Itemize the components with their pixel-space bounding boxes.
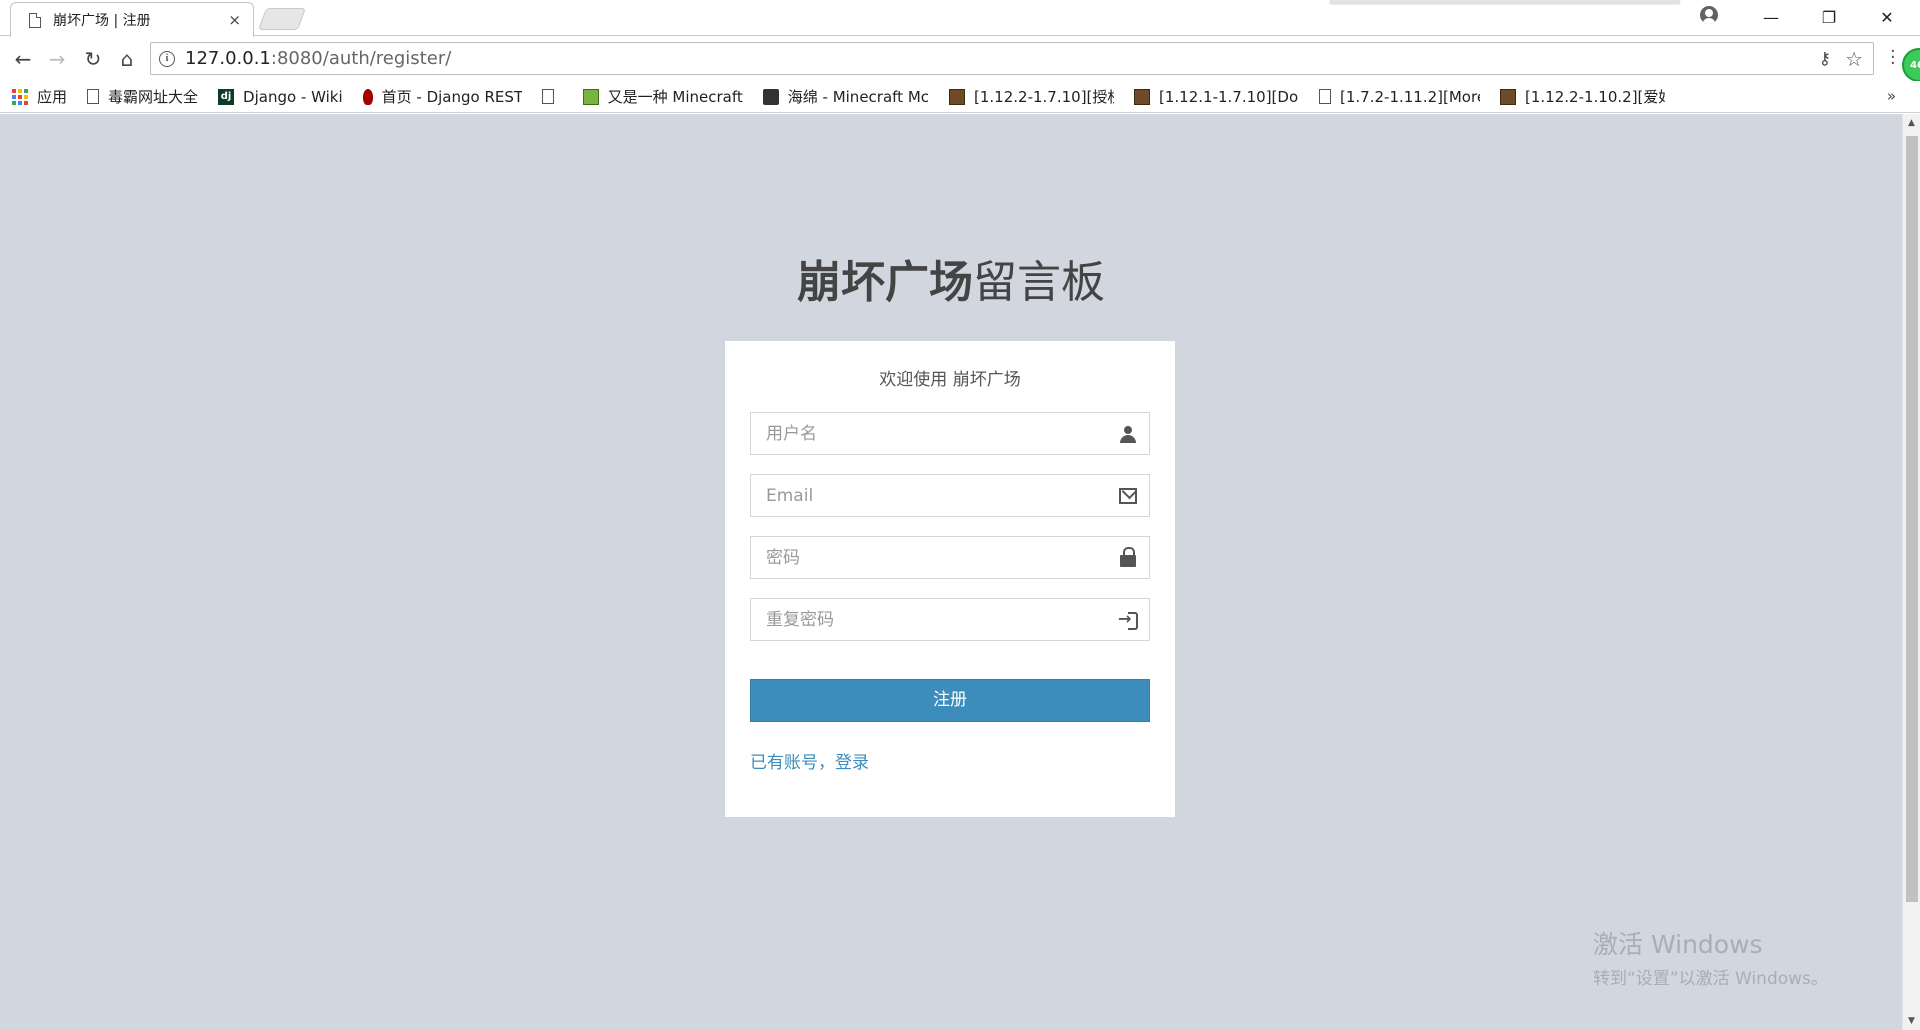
page-icon bbox=[29, 12, 41, 28]
bookmark-label: Django - Wiki bbox=[243, 87, 343, 106]
lock-icon bbox=[1119, 547, 1137, 567]
info-icon[interactable]: i bbox=[159, 50, 175, 67]
bookmark-drf[interactable]: 首页 - Django REST bbox=[362, 86, 522, 107]
bookmark-duba[interactable]: 毒霸网址大全 bbox=[87, 86, 198, 107]
page-icon bbox=[1319, 89, 1332, 104]
bookmark-mod-2[interactable]: [1.12.1-1.7.10][Dog bbox=[1134, 88, 1299, 106]
star-icon[interactable]: ☆ bbox=[1845, 47, 1863, 71]
bookmark-label: 毒霸网址大全 bbox=[108, 88, 199, 106]
email-input[interactable] bbox=[751, 475, 1149, 516]
password-confirm-input[interactable] bbox=[751, 599, 1149, 640]
home-icon: ⌂ bbox=[120, 47, 134, 71]
bookmark-label: 又是一种 Minecraft bbox=[607, 88, 743, 106]
register-box-msg: 欢迎使用 崩坏广场 bbox=[879, 370, 1021, 390]
minecraft-block-icon bbox=[949, 88, 966, 105]
tab-register[interactable]: 崩坏广场 | 注册 × bbox=[10, 2, 254, 37]
bookmark-label: [1.12.2-1.10.2][爱好 bbox=[1525, 88, 1666, 106]
watermark-subtitle: 转到“设置”以激活 Windows。 bbox=[1593, 969, 1828, 989]
bookmarks-bar: 应用 毒霸网址大全 dj Django - Wiki 首页 - Django R… bbox=[0, 81, 1920, 113]
bookmark-minecraft-1[interactable]: 又是一种 Minecraft bbox=[582, 86, 743, 107]
home-button[interactable]: ⌂ bbox=[112, 44, 142, 74]
tab-strip: 崩坏广场 | 注册 × — ❐ ✕ bbox=[0, 0, 1920, 37]
logo-light-text: 留言板 bbox=[973, 257, 1105, 308]
minimize-button[interactable]: — bbox=[1744, 0, 1798, 34]
register-box: 欢迎使用 崩坏广场 注册 已有账号，登录 bbox=[725, 341, 1175, 817]
logo-bold-text: 崩坏广场 bbox=[797, 257, 973, 308]
scroll-down-icon[interactable]: ▼ bbox=[1908, 1016, 1915, 1026]
site-icon bbox=[762, 88, 779, 105]
page-logo[interactable]: 崩坏广场留言板 bbox=[0, 246, 1902, 310]
register-button[interactable]: 注册 bbox=[750, 679, 1150, 722]
arrow-left-icon: ← bbox=[14, 47, 32, 71]
password-field-group bbox=[750, 536, 1150, 579]
user-icon bbox=[1119, 426, 1137, 443]
bookmark-label: [1.7.2-1.11.2][More bbox=[1340, 87, 1481, 106]
login-link[interactable]: 已有账号，登录 bbox=[750, 748, 869, 773]
reload-button[interactable]: ↻ bbox=[78, 44, 108, 74]
username-input[interactable] bbox=[751, 413, 1149, 454]
forward-button[interactable]: → bbox=[42, 44, 72, 74]
bookmark-untitled[interactable] bbox=[541, 89, 563, 104]
download-shelf-edge bbox=[1330, 0, 1680, 3]
log-in-icon bbox=[1118, 609, 1138, 630]
bookmark-label: [1.12.1-1.7.10][Dog bbox=[1159, 87, 1300, 106]
close-window-button[interactable]: ✕ bbox=[1860, 0, 1914, 34]
watermark-title: 激活 Windows bbox=[1593, 930, 1763, 959]
envelope-icon bbox=[1119, 488, 1137, 504]
bookmark-label: 应用 bbox=[37, 88, 68, 106]
key-icon[interactable]: ⚷ bbox=[1819, 49, 1831, 69]
minecraft-block-icon bbox=[1500, 88, 1517, 105]
bookmark-haimian[interactable]: 海绵 - Minecraft Mc bbox=[762, 86, 930, 107]
arrow-right-icon: → bbox=[48, 47, 66, 71]
profile-icon[interactable] bbox=[1700, 6, 1718, 24]
django-icon: dj bbox=[218, 88, 235, 105]
password-confirm-field-group bbox=[750, 598, 1150, 641]
page-icon bbox=[87, 89, 100, 104]
bookmarks-overflow-icon[interactable]: » bbox=[1887, 87, 1896, 105]
scroll-up-icon[interactable]: ▲ bbox=[1908, 118, 1915, 128]
minecraft-block-icon bbox=[1134, 88, 1151, 105]
bookmark-label: 海绵 - Minecraft Mc bbox=[787, 88, 930, 106]
page-icon bbox=[541, 89, 554, 104]
bookmark-label: [1.12.2-1.7.10][授权 bbox=[974, 88, 1115, 106]
bookmark-django-wiki[interactable]: dj Django - Wiki bbox=[218, 88, 343, 106]
browser-toolbar: ← → ↻ ⌂ i 127.0.0.1:8080/auth/register/ … bbox=[0, 37, 1920, 81]
bookmark-mod-1[interactable]: [1.12.2-1.7.10][授权 bbox=[949, 86, 1114, 107]
grass-block-icon bbox=[582, 88, 599, 105]
url-host: 127.0.0.1 bbox=[185, 48, 271, 69]
back-button[interactable]: ← bbox=[8, 44, 38, 74]
reload-icon: ↻ bbox=[84, 47, 102, 71]
email-field-group bbox=[750, 474, 1150, 517]
menu-dots-icon[interactable]: · · · bbox=[1890, 43, 1896, 73]
scrollbar-thumb[interactable] bbox=[1906, 136, 1918, 902]
address-bar[interactable]: i 127.0.0.1:8080/auth/register/ ⚷ ☆ bbox=[150, 42, 1874, 75]
page-viewport: 崩坏广场留言板 欢迎使用 崩坏广场 注册 已有账号，登录 激活 Windows … bbox=[0, 114, 1902, 1030]
bookmark-mod-3[interactable]: [1.7.2-1.11.2][More bbox=[1319, 88, 1480, 106]
password-input[interactable] bbox=[751, 537, 1149, 578]
drf-icon bbox=[362, 88, 373, 105]
bookmark-label: 首页 - Django REST bbox=[381, 88, 522, 106]
new-tab-button[interactable] bbox=[257, 8, 307, 30]
windows-activation-watermark: 激活 Windows 转到“设置”以激活 Windows。 bbox=[1593, 925, 1828, 989]
username-field-group bbox=[750, 412, 1150, 455]
tab-close-icon[interactable]: × bbox=[228, 11, 241, 29]
url-path: :8080/auth/register/ bbox=[270, 48, 452, 69]
apps-icon bbox=[12, 88, 28, 105]
bookmark-mod-4[interactable]: [1.12.2-1.10.2][爱好 bbox=[1500, 86, 1665, 107]
restore-button[interactable]: ❐ bbox=[1802, 0, 1856, 34]
tab-title: 崩坏广场 | 注册 bbox=[53, 13, 151, 29]
bookmark-apps[interactable]: 应用 bbox=[12, 86, 67, 107]
url-text[interactable]: 127.0.0.1:8080/auth/register/ bbox=[185, 48, 1819, 69]
vertical-scrollbar[interactable]: ▲ ▼ bbox=[1902, 114, 1920, 1030]
